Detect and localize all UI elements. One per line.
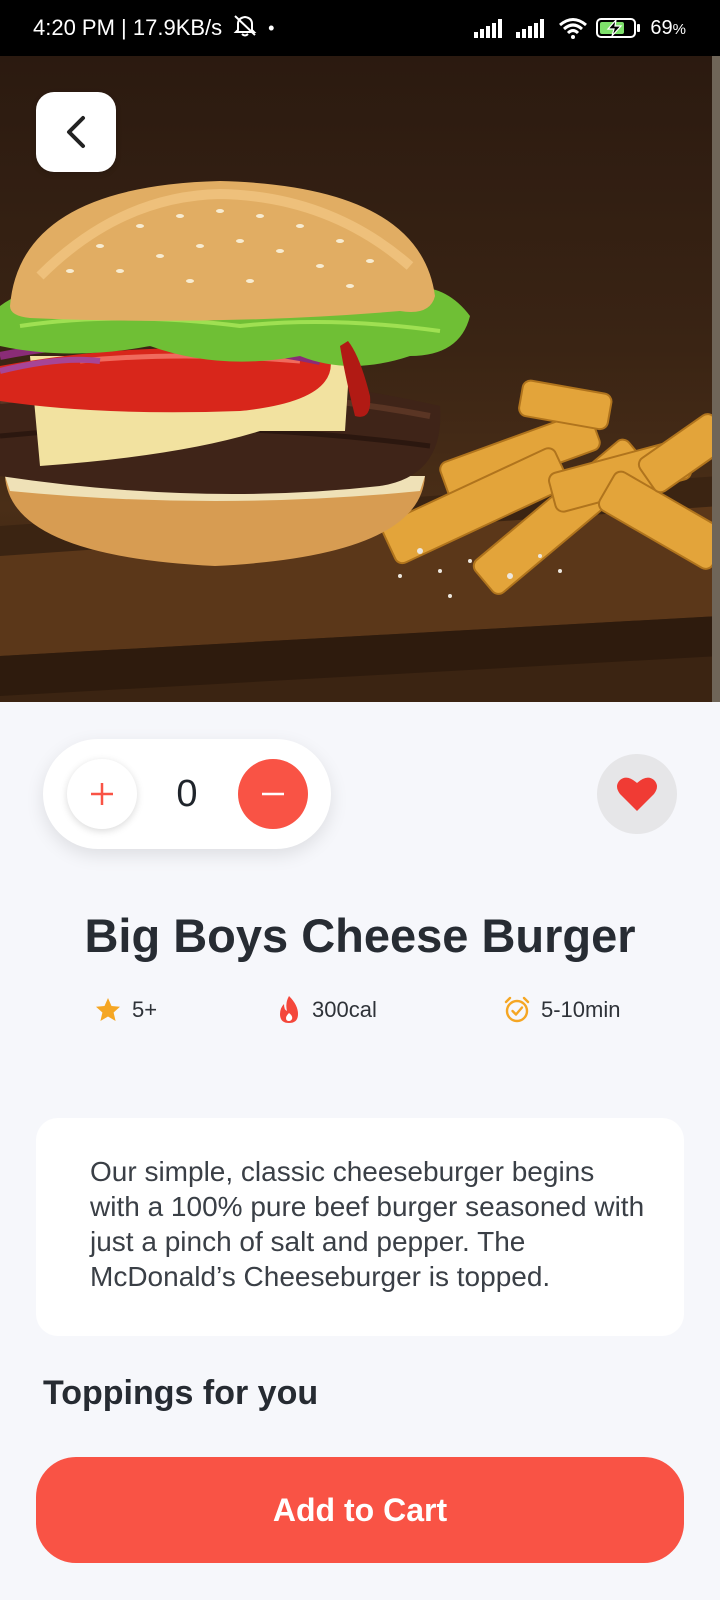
- time-stat: 5-10min: [503, 990, 620, 1030]
- flame-icon: [280, 996, 298, 1023]
- status-time-speed: 4:20 PM | 17.9KB/s: [33, 15, 223, 40]
- calories-stat: 300cal: [276, 990, 377, 1030]
- increase-quantity-button[interactable]: [67, 759, 137, 829]
- rating-value: 5+: [132, 997, 158, 1022]
- product-description: Our simple, classic cheeseburger begins …: [90, 1156, 645, 1292]
- status-left: 4:20 PM | 17.9KB/s •: [33, 13, 274, 43]
- heart-icon: [617, 777, 657, 811]
- star-icon: [96, 998, 120, 1021]
- hero-scrollbar: [712, 56, 720, 702]
- product-title: Big Boys Cheese Burger: [84, 909, 636, 962]
- minus-icon: [262, 792, 284, 796]
- rating-stat: 5+: [94, 990, 157, 1030]
- description-card: Our simple, classic cheeseburger begins …: [36, 1118, 684, 1336]
- status-right: 69%: [474, 17, 686, 40]
- add-to-cart-button[interactable]: Add to Cart: [36, 1457, 684, 1563]
- toppings-heading: Toppings for you: [43, 1374, 319, 1412]
- status-dot: •: [268, 17, 275, 38]
- wifi-icon: [558, 17, 588, 39]
- product-detail-screen: 4:20 PM | 17.9KB/s • 69% 0 Big Boys Chee…: [0, 0, 720, 1600]
- chevron-left-icon: [67, 116, 85, 148]
- favorite-button[interactable]: [597, 754, 677, 834]
- calories-value: 300cal: [312, 997, 377, 1022]
- plus-icon: [91, 783, 113, 805]
- quantity-value: 0: [176, 772, 198, 815]
- product-stats: 5+ 300cal 5-10min: [0, 990, 720, 1030]
- mute-bell-icon: [232, 13, 258, 43]
- battery-percent: 69%: [650, 16, 686, 39]
- time-value: 5-10min: [541, 997, 621, 1022]
- decrease-quantity-button[interactable]: [238, 759, 308, 829]
- quantity-stepper: 0: [43, 739, 331, 849]
- battery-charging-icon: [596, 17, 642, 39]
- signal-icon: [516, 18, 550, 38]
- alarm-clock-icon: [504, 996, 530, 1023]
- signal-icon: [474, 18, 508, 38]
- status-bar: 4:20 PM | 17.9KB/s • 69%: [0, 0, 720, 56]
- back-button[interactable]: [36, 92, 116, 172]
